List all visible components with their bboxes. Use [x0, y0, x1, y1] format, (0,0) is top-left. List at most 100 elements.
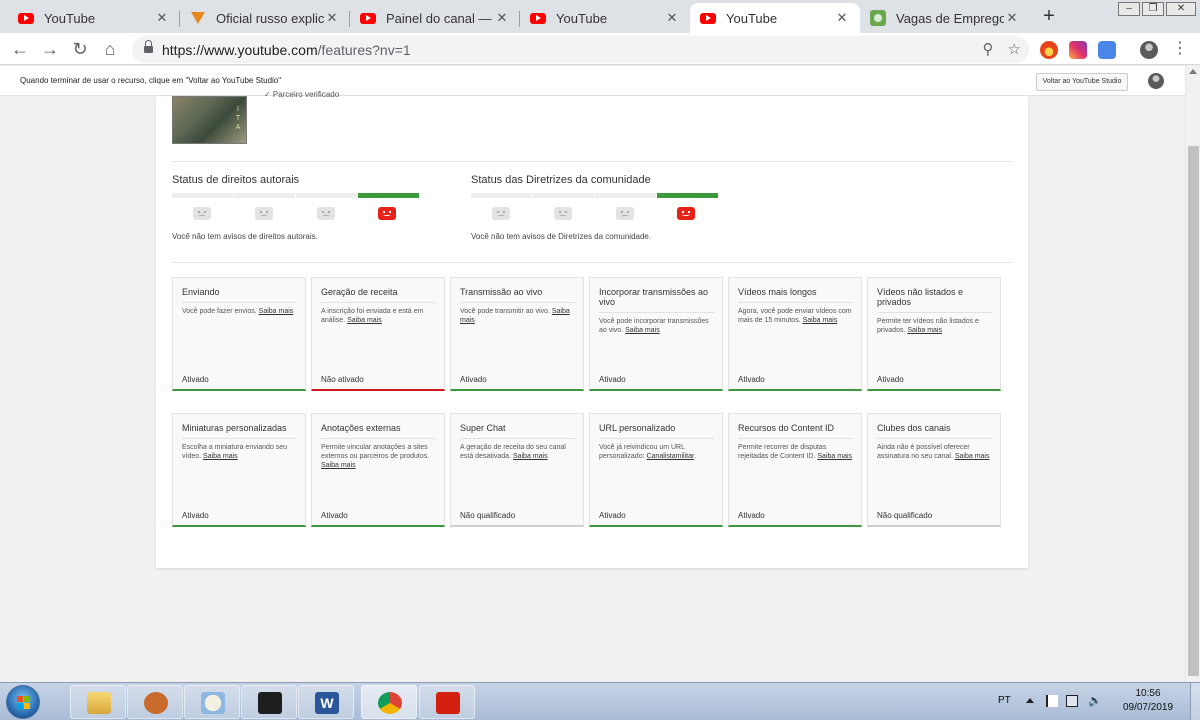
feature-desc-text: Você pode fazer envios. [182, 308, 257, 315]
language-indicator[interactable]: PT [998, 695, 1011, 706]
feature-state: Ativado [738, 511, 765, 520]
learn-more-link[interactable]: Saiba mais [321, 462, 356, 469]
taskbar-video-editor[interactable] [241, 685, 297, 719]
feature-desc: Permite ter vídeos não listados e privad… [877, 317, 992, 335]
feature-title: Transmissão ao vivo [460, 287, 575, 303]
minimize-button[interactable]: – [1118, 2, 1140, 16]
show-hidden-icons-arrow[interactable] [1026, 698, 1034, 703]
bookmark-star-icon[interactable]: ☆ [1008, 40, 1021, 58]
strike-face-icon [616, 207, 634, 220]
profile-avatar[interactable] [1140, 41, 1158, 59]
taskbar-explorer[interactable] [70, 685, 126, 719]
taskbar-paint[interactable] [184, 685, 240, 719]
feature-card-videos-longos: Vídeos mais longos Agora, você pode envi… [728, 277, 862, 391]
strike-face-icon [554, 207, 572, 220]
feature-desc: Você pode transmitir ao vivo. Saiba mais [460, 307, 575, 325]
feature-state: Ativado [599, 375, 626, 384]
community-note: Você não tem avisos de Diretrizes da com… [471, 232, 652, 241]
network-icon[interactable] [1066, 695, 1078, 707]
zoom-icon[interactable]: ⚲ [983, 40, 994, 58]
back-button[interactable]: ← [8, 37, 32, 61]
tab-painel-do-canal[interactable]: Painel do canal — YouTube ✕ [350, 3, 520, 33]
youtube-icon [360, 10, 376, 26]
feature-state: Não qualificado [460, 511, 516, 520]
windows-logo-icon [17, 696, 31, 710]
feature-state: Ativado [182, 375, 209, 384]
divider [172, 262, 1013, 263]
close-icon[interactable]: ✕ [324, 10, 340, 26]
avatar-letters: I T A [235, 106, 241, 131]
strike-face-icon [317, 207, 335, 220]
reload-button[interactable]: ↻ [68, 37, 92, 61]
strike-face-icon [255, 207, 273, 220]
custom-url-link[interactable]: Canalistamilitar [646, 453, 693, 460]
acrobat-icon [436, 692, 460, 714]
feature-state: Não ativado [321, 375, 364, 384]
taskbar-acrobat[interactable] [419, 685, 475, 719]
close-icon[interactable]: ✕ [664, 10, 680, 26]
tab-oficial-russo[interactable]: Oficial russo explica por ✕ [180, 3, 350, 33]
learn-more-link[interactable]: Saiba mais [955, 453, 990, 460]
address-bar[interactable]: https://www.youtube.com/features?nv=1 ⚲ … [132, 36, 1029, 63]
paint-icon [201, 692, 225, 714]
new-tab-button[interactable]: + [1038, 5, 1060, 27]
restore-button[interactable]: ❐ [1142, 2, 1164, 16]
feature-card-anotacoes: Anotações externas Permite vincular anot… [311, 413, 445, 527]
taskbar-word[interactable]: W [298, 685, 354, 719]
feature-title: Recursos do Content ID [738, 423, 853, 439]
url-path: /features?nv=1 [317, 42, 411, 58]
translate-icon[interactable] [1098, 41, 1116, 59]
instagram-icon[interactable] [1069, 41, 1087, 59]
copyright-strike-bar [172, 193, 419, 198]
feature-desc-text: Permite recorrer de disputas rejeitadas … [738, 444, 827, 460]
forward-button[interactable]: → [38, 37, 62, 61]
taskbar-app-glove[interactable] [127, 685, 183, 719]
taskbar-chrome[interactable] [361, 685, 417, 719]
show-desktop-button[interactable] [1190, 683, 1200, 720]
tab-youtube-active[interactable]: YouTube ✕ [690, 3, 860, 33]
menu-icon[interactable]: ⋮ [1168, 37, 1192, 61]
community-strike-bar [471, 193, 718, 198]
scroll-up-arrow[interactable] [1189, 69, 1197, 74]
tab-youtube-2[interactable]: YouTube ✕ [520, 3, 690, 33]
tab-vagas-de-emprego[interactable]: Vagas de Emprego em ✕ [860, 3, 1030, 33]
feature-desc: Permite vincular anotações a sites exter… [321, 443, 436, 470]
flag-icon[interactable] [1046, 695, 1058, 707]
close-icon[interactable]: ✕ [1004, 10, 1020, 26]
page-scrollbar[interactable] [1185, 66, 1200, 682]
learn-more-link[interactable]: Saiba mais [203, 453, 238, 460]
home-button[interactable]: ⌂ [98, 37, 122, 61]
tab-youtube-1[interactable]: YouTube ✕ [8, 3, 180, 33]
scroll-thumb[interactable] [1188, 146, 1199, 676]
feature-desc-text: Você pode transmitir ao vivo. [460, 308, 550, 315]
learn-more-link[interactable]: Saiba mais [625, 327, 660, 334]
youtube-icon [18, 10, 34, 26]
close-icon[interactable]: ✕ [154, 10, 170, 26]
learn-more-link[interactable]: Saiba mais [259, 308, 294, 315]
feature-desc: Escolha a miniatura enviando seu vídeo. … [182, 443, 297, 461]
learn-more-link[interactable]: Saiba mais [907, 327, 942, 334]
start-button[interactable] [6, 685, 40, 719]
close-icon[interactable]: ✕ [834, 10, 850, 26]
feature-card-url-personalizado: URL personalizado Você já reivindicou um… [589, 413, 723, 527]
folder-icon [87, 692, 111, 714]
clock-time: 10:56 [1135, 688, 1161, 699]
feature-state: Ativado [738, 375, 765, 384]
window-close-button[interactable]: ✕ [1166, 2, 1196, 16]
close-icon[interactable]: ✕ [494, 10, 510, 26]
strike-face-icon [492, 207, 510, 220]
feature-desc: Você pode incorporar transmissões ao viv… [599, 317, 714, 335]
learn-more-link[interactable]: Saiba mais [513, 453, 548, 460]
feature-title: Miniaturas personalizadas [182, 423, 297, 439]
editor-icon [258, 692, 282, 714]
learn-more-link[interactable]: Saiba mais [347, 317, 382, 324]
learn-more-link[interactable]: Saiba mais [817, 453, 852, 460]
feature-card-nao-listados: Vídeos não listados e privados Permite t… [867, 277, 1001, 391]
volume-icon[interactable]: 🔈 [1088, 695, 1102, 707]
tab-title: Vagas de Emprego em [896, 10, 1004, 26]
back-to-studio-button[interactable]: Voltar ao YouTube Studio [1036, 73, 1128, 91]
avatar[interactable] [1148, 73, 1164, 89]
flame-extension-icon[interactable] [1040, 41, 1058, 59]
learn-more-link[interactable]: Saiba mais [803, 317, 838, 324]
clock[interactable]: 10:56 09/07/2019 [1118, 687, 1178, 715]
